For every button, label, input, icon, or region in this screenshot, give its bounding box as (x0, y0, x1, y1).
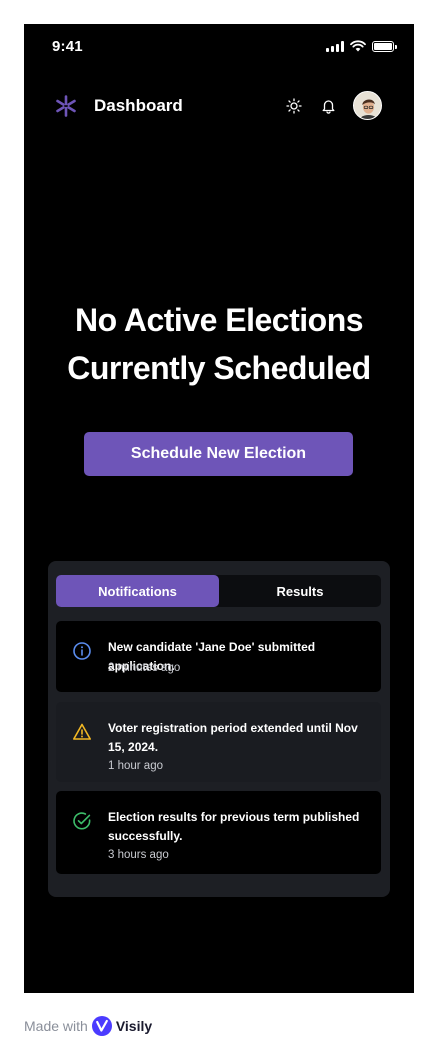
battery-icon (372, 40, 397, 52)
schedule-new-election-button[interactable]: Schedule New Election (84, 432, 353, 476)
empty-state-title-line2: Currently Scheduled (67, 350, 371, 386)
notifications-button[interactable] (317, 95, 339, 117)
sun-icon (286, 97, 302, 114)
info-icon (73, 642, 91, 660)
tab-notifications[interactable]: Notifications (56, 575, 219, 607)
notification-item[interactable]: Election results for previous term publi… (56, 791, 381, 874)
notification-text: Voter registration period extended until… (108, 721, 358, 754)
avatar[interactable] (353, 91, 382, 120)
notification-time: 1 hour ago (108, 760, 163, 772)
notification-text: Election results for previous term publi… (108, 810, 360, 843)
status-bar: 9:41 (24, 24, 414, 68)
activity-panel: Notifications Results New candidate 'Jan… (48, 561, 390, 897)
app-header: Dashboard (24, 88, 414, 124)
page-title: Dashboard (94, 96, 183, 115)
phone-screen: 9:41 Dashboard No Active Elections Curre… (24, 24, 414, 993)
empty-state-title-line1: No Active Elections (74, 302, 364, 338)
bell-icon (322, 99, 334, 114)
cellular-signal-icon (326, 40, 344, 52)
made-with-visily-badge[interactable]: Made with Visily (24, 1016, 152, 1036)
made-with-label: Made with (24, 1018, 88, 1034)
avatar-portrait-icon (354, 92, 381, 119)
status-time: 9:41 (52, 38, 83, 55)
sparkle-asterisk-icon[interactable] (54, 94, 78, 118)
header-actions (283, 91, 382, 120)
warning-icon (73, 723, 91, 740)
check-circle-icon (73, 812, 91, 830)
notification-time: 3 hours ago (108, 849, 169, 861)
notification-item[interactable]: Voter registration period extended until… (56, 702, 381, 782)
wifi-icon (350, 40, 366, 52)
tab-results[interactable]: Results (219, 575, 381, 607)
visily-logo-icon (91, 1016, 112, 1036)
notification-time: 2 minutes ago (108, 662, 181, 674)
visily-brand-name: Visily (115, 1018, 153, 1034)
notification-item[interactable]: New candidate 'Jane Doe' submitted appli… (56, 621, 381, 692)
panel-tabs: Notifications Results (56, 575, 381, 607)
empty-state-title: No Active Elections Currently Scheduled (24, 296, 414, 392)
status-icons (326, 40, 397, 52)
theme-toggle-button[interactable] (283, 95, 305, 117)
